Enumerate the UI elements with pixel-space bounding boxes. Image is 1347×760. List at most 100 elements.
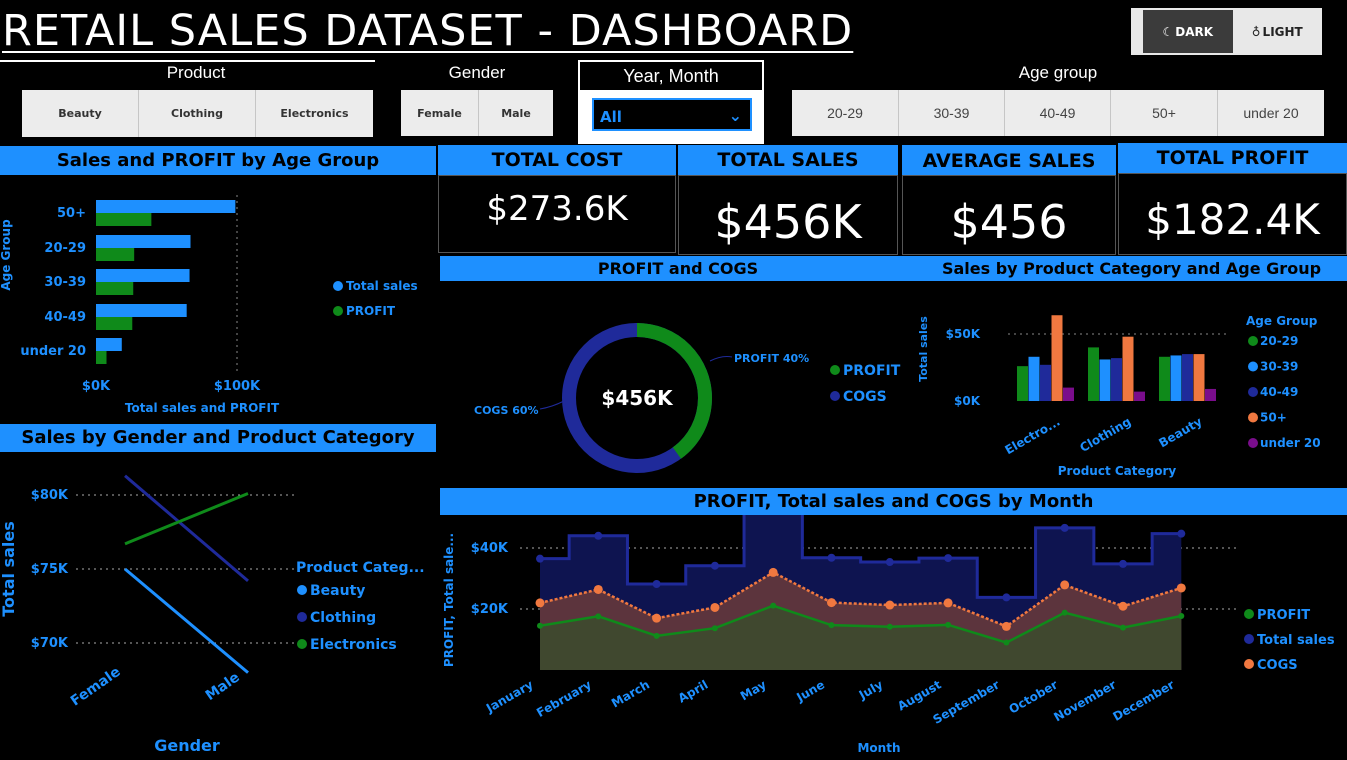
point-cogs — [1001, 621, 1011, 631]
axis-tick-label: March — [609, 677, 652, 710]
bar-profit — [96, 248, 135, 261]
point-profit — [537, 622, 543, 629]
point-total-sales — [536, 554, 544, 563]
axis-tick-label: Female — [68, 664, 124, 710]
y-axis-label: Total sales — [917, 316, 930, 382]
age-option-20-29[interactable]: 20-29 — [792, 90, 899, 136]
moon-icon: ☾ — [1162, 24, 1174, 39]
axis-tick-label: 50+ — [57, 206, 86, 221]
monthly-chart-title: PROFIT, Total sales and COGS by Month — [440, 488, 1347, 515]
point-total-sales — [1002, 593, 1011, 602]
axis-tick-label: April — [676, 677, 711, 705]
point-cogs — [710, 602, 720, 612]
kpi-total-profit-value: $182.4K — [1145, 195, 1320, 244]
data-label-profit: PROFIT 40% — [734, 352, 809, 365]
age-group-slicer-label: Age group — [1018, 63, 1098, 82]
data-label-leader — [709, 356, 733, 362]
gender-option-male[interactable]: Male — [479, 90, 553, 136]
theme-toggle[interactable]: ☾ DARK ♁ LIGHT — [1131, 8, 1322, 55]
product-option-clothing[interactable]: Clothing — [139, 90, 256, 137]
bar-20-29 — [1017, 366, 1028, 401]
legend-label: Beauty — [310, 583, 365, 599]
point-profit — [1003, 639, 1010, 646]
axis-tick-label: $40K — [471, 541, 509, 556]
kpi-total-profit-label: TOTAL PROFIT — [1118, 143, 1347, 173]
product-slicer-label: Product — [166, 63, 226, 82]
legend-marker — [333, 281, 343, 291]
dark-mode-label: DARK — [1175, 24, 1214, 39]
y-axis-label: PROFIT, Total sale... — [442, 533, 456, 667]
axis-tick-label: $50K — [946, 327, 981, 341]
point-total-sales — [1060, 523, 1069, 532]
age-group-chart-title: Sales and PROFIT by Age Group — [0, 146, 436, 175]
axis-tick-label: November — [1051, 677, 1118, 724]
profit-cogs-donut-chart: $456K PROFIT 40% COGS 60% PROFIT COGS — [474, 323, 901, 473]
kpi-total-cost-card: $273.6K — [438, 175, 676, 253]
bar-profit — [96, 351, 107, 364]
product-slicer: Beauty Clothing Electronics — [22, 90, 373, 137]
legend-marker — [333, 306, 343, 316]
age-group-slicer: 20-29 30-39 40-49 50+ under 20 — [792, 90, 1324, 136]
legend-label: COGS — [843, 389, 887, 405]
line-series-clothing — [124, 474, 249, 582]
age-option-50-plus[interactable]: 50+ — [1111, 90, 1218, 136]
legend-title: Product Categ... — [296, 560, 425, 576]
axis-tick-label: September — [930, 677, 1002, 726]
axis-tick-label: $0K — [82, 379, 111, 394]
axis-tick-label: $80K — [31, 488, 69, 503]
legend-marker — [297, 639, 307, 649]
data-label-leader — [539, 400, 565, 410]
product-option-beauty[interactable]: Beauty — [22, 90, 139, 137]
legend-marker — [1244, 659, 1254, 669]
bar-40-49 — [1111, 358, 1122, 401]
year-month-dropdown[interactable]: All ⌄ — [592, 98, 752, 131]
axis-tick-label: August — [895, 677, 944, 713]
kpi-average-sales-value: $456 — [950, 195, 1068, 249]
bar-20-29 — [1159, 356, 1170, 401]
axis-tick-label: May — [738, 677, 769, 703]
axis-tick-label: July — [856, 677, 886, 702]
bar-total-sales — [96, 200, 236, 213]
year-month-slicer: Year, Month All ⌄ — [578, 60, 764, 144]
dark-mode-button[interactable]: ☾ DARK — [1143, 10, 1233, 53]
point-total-sales — [827, 553, 836, 562]
age-option-40-49[interactable]: 40-49 — [1005, 90, 1111, 136]
legend-label: Electronics — [310, 637, 397, 653]
axis-tick-label: June — [793, 677, 827, 704]
axis-tick-label: February — [534, 677, 594, 720]
light-mode-button[interactable]: ♁ LIGHT — [1233, 8, 1323, 55]
legend-label: Clothing — [310, 610, 376, 626]
axis-tick-label: 40-49 — [44, 310, 86, 325]
legend-marker — [297, 612, 307, 622]
point-profit — [1061, 609, 1068, 616]
bar-total-sales — [96, 338, 122, 351]
point-cogs — [1060, 580, 1070, 590]
donut-center-label: $456K — [601, 386, 674, 410]
data-label-cogs: COGS 60% — [474, 404, 539, 417]
kpi-total-sales-card: $456K — [678, 175, 898, 255]
legend-marker — [830, 391, 840, 401]
age-option-30-39[interactable]: 30-39 — [899, 90, 1005, 136]
legend-marker — [830, 365, 840, 375]
point-total-sales — [1119, 559, 1127, 568]
bulb-icon: ♁ — [1251, 24, 1261, 39]
bar-50+ — [1193, 354, 1205, 401]
bar-30-39 — [1170, 355, 1182, 401]
age-option-under-20[interactable]: under 20 — [1218, 90, 1324, 136]
point-cogs — [535, 598, 545, 608]
legend-label: under 20 — [1260, 436, 1321, 450]
legend-marker — [1248, 387, 1258, 397]
legend-label: 30-39 — [1260, 360, 1298, 374]
axis-tick-label: under 20 — [20, 344, 86, 359]
point-profit — [711, 625, 718, 632]
monthly-area-chart: $40K $20K JanuaryFebruary March April May June… — [442, 515, 1335, 755]
point-cogs — [652, 613, 662, 623]
point-cogs — [943, 598, 953, 608]
axis-tick-label: Beauty — [1156, 414, 1204, 450]
legend-label: 20-29 — [1260, 334, 1298, 348]
x-axis-label: Gender — [154, 736, 220, 755]
legend-marker — [1244, 634, 1254, 644]
product-option-electronics[interactable]: Electronics — [256, 90, 373, 137]
gender-option-female[interactable]: Female — [401, 90, 479, 136]
kpi-average-sales-label: AVERAGE SALES — [902, 145, 1116, 175]
